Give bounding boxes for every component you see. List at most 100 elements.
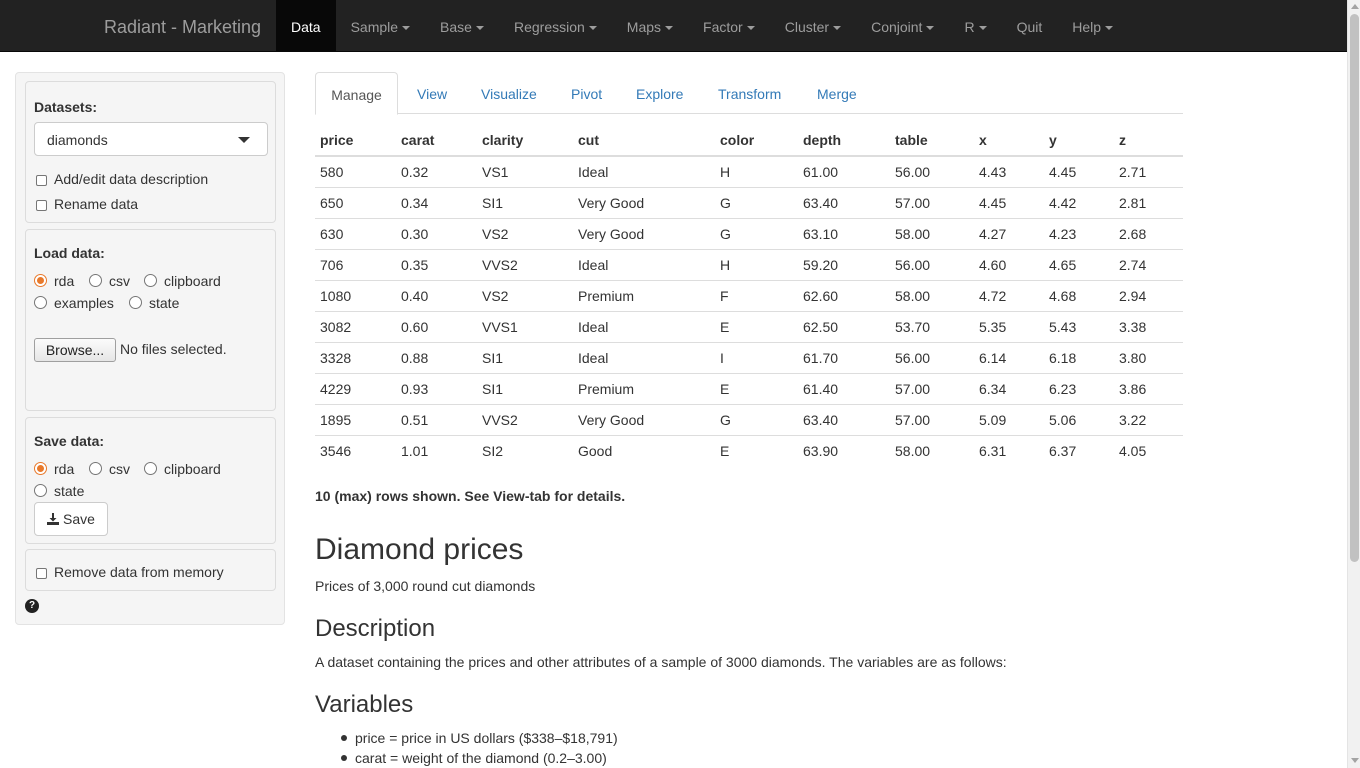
- remove-data-checkbox[interactable]: [36, 568, 47, 579]
- tab-merge[interactable]: Merge: [817, 72, 857, 114]
- table-cell-clarity: SI1: [477, 186, 573, 218]
- table-cell-table: 58.00: [890, 434, 974, 466]
- load-option-clipboard[interactable]: clipboard: [164, 273, 221, 289]
- scrollbar-thumb[interactable]: [1350, 14, 1359, 562]
- table-cell-carat: 1.01: [396, 434, 477, 466]
- nav-item-label: Data: [291, 19, 321, 35]
- nav-item-label: Cluster: [784, 19, 830, 35]
- save-option-state[interactable]: state: [54, 483, 84, 499]
- load-data-label: Load data:: [34, 245, 105, 261]
- save-radio-rda[interactable]: [34, 462, 47, 475]
- tab-visualize[interactable]: Visualize: [481, 72, 537, 114]
- table-cell-color: E: [715, 372, 798, 404]
- nav-item-label: Conjoint: [871, 19, 923, 35]
- sidebar-panel: Datasets: diamonds Add/edit data descrip…: [15, 72, 285, 625]
- load-radio-rda[interactable]: [34, 274, 47, 287]
- nav-item-help[interactable]: Help: [1057, 0, 1128, 52]
- column-header-z: z: [1114, 124, 1183, 157]
- save-radio-clipboard[interactable]: [144, 462, 157, 475]
- save-option-rda[interactable]: rda: [54, 461, 74, 477]
- caret-down-icon: [1105, 26, 1114, 31]
- nav-item-regression[interactable]: Regression: [499, 0, 612, 52]
- nav-item-label: Factor: [703, 19, 743, 35]
- tab-transform[interactable]: Transform: [718, 72, 781, 114]
- table-cell-clarity: VS2: [477, 279, 573, 311]
- chevron-down-icon: [238, 137, 250, 143]
- table-cell-carat: 0.51: [396, 403, 477, 435]
- nav-item-quit[interactable]: Quit: [1002, 0, 1058, 52]
- table-cell-table: 56.00: [890, 248, 974, 280]
- scroll-up-arrow-icon[interactable]: [1351, 4, 1359, 9]
- brand-title[interactable]: Radiant - Marketing: [104, 0, 261, 52]
- load-radio-clipboard[interactable]: [144, 274, 157, 287]
- table-cell-y: 5.06: [1044, 403, 1114, 435]
- save-radio-csv[interactable]: [89, 462, 102, 475]
- table-cell-y: 5.43: [1044, 310, 1114, 342]
- add-edit-description-label[interactable]: Add/edit data description: [54, 171, 208, 187]
- load-radio-examples[interactable]: [34, 296, 47, 309]
- page-scrollbar[interactable]: [1347, 0, 1360, 768]
- table-cell-depth: 59.20: [798, 248, 890, 280]
- table-cell-x: 5.35: [974, 310, 1044, 342]
- table-cell-clarity: SI1: [477, 341, 573, 373]
- caret-down-icon: [833, 26, 842, 31]
- tab-pivot[interactable]: Pivot: [571, 72, 602, 114]
- nav-item-r[interactable]: R: [949, 0, 1001, 52]
- load-radio-csv[interactable]: [89, 274, 102, 287]
- rename-data-checkbox[interactable]: [36, 200, 47, 211]
- save-radio-state[interactable]: [34, 484, 47, 497]
- table-cell-y: 4.68: [1044, 279, 1114, 311]
- rename-data-label[interactable]: Rename data: [54, 196, 138, 212]
- tab-view[interactable]: View: [417, 72, 447, 114]
- table-cell-color: E: [715, 310, 798, 342]
- table-cell-z: 3.86: [1114, 372, 1183, 404]
- table-cell-x: 5.09: [974, 403, 1044, 435]
- description-heading: Description: [315, 615, 436, 642]
- nav-item-factor[interactable]: Factor: [688, 0, 770, 52]
- dataset-title: Diamond prices: [315, 533, 524, 566]
- table-cell-color: F: [715, 279, 798, 311]
- browse-button[interactable]: Browse...: [34, 338, 116, 362]
- table-cell-table: 58.00: [890, 217, 974, 249]
- nav-item-base[interactable]: Base: [425, 0, 499, 52]
- table-cell-x: 6.34: [974, 372, 1044, 404]
- question-circle-icon[interactable]: ?: [25, 599, 39, 613]
- table-cell-table: 53.70: [890, 310, 974, 342]
- data-tabs: Manage View Visualize Pivot Explore Tran…: [315, 72, 1183, 115]
- table-cell-clarity: SI1: [477, 372, 573, 404]
- save-button[interactable]: Save: [34, 502, 108, 536]
- table-header-row: price carat clarity cut color depth table x y z: [315, 124, 1183, 157]
- table-cell-cut: Good: [573, 434, 715, 466]
- list-item: price = price in US dollars ($338–$18,79…: [341, 729, 618, 749]
- remove-data-label[interactable]: Remove data from memory: [54, 564, 224, 580]
- table-cell-price: 3546: [315, 434, 396, 466]
- download-icon: [47, 513, 60, 525]
- load-option-examples[interactable]: examples: [54, 295, 114, 311]
- load-radio-state[interactable]: [129, 296, 142, 309]
- save-option-clipboard[interactable]: clipboard: [164, 461, 221, 477]
- table-cell-depth: 63.40: [798, 186, 890, 218]
- tab-manage[interactable]: Manage: [315, 72, 398, 115]
- table-cell-x: 4.60: [974, 248, 1044, 280]
- nav-item-sample[interactable]: Sample: [336, 0, 425, 52]
- table-cell-color: G: [715, 403, 798, 435]
- table-cell-cut: Ideal: [573, 341, 715, 373]
- save-option-csv[interactable]: csv: [109, 461, 130, 477]
- table-cell-price: 1895: [315, 403, 396, 435]
- load-option-csv[interactable]: csv: [109, 273, 130, 289]
- table-row: 3082 0.60 VVS1 Ideal E 62.50 53.70 5.35 5.43 3.38: [315, 310, 1183, 342]
- nav-menu: Data Sample Base Regression Maps Factor …: [276, 0, 1128, 52]
- load-option-rda[interactable]: rda: [54, 273, 74, 289]
- nav-item-data[interactable]: Data: [276, 0, 336, 52]
- tab-explore[interactable]: Explore: [636, 72, 683, 114]
- dataset-select[interactable]: diamonds: [34, 122, 268, 156]
- table-cell-carat: 0.35: [396, 248, 477, 280]
- table-row: 1895 0.51 VVS2 Very Good G 63.40 57.00 5.09 5.06…: [315, 403, 1183, 435]
- add-edit-description-checkbox[interactable]: [36, 175, 47, 186]
- nav-item-maps[interactable]: Maps: [612, 0, 688, 52]
- table-cell-y: 6.18: [1044, 341, 1114, 373]
- nav-item-conjoint[interactable]: Conjoint: [856, 0, 949, 52]
- load-option-state[interactable]: state: [149, 295, 179, 311]
- scroll-down-arrow-icon[interactable]: [1351, 758, 1359, 763]
- nav-item-cluster[interactable]: Cluster: [770, 0, 856, 52]
